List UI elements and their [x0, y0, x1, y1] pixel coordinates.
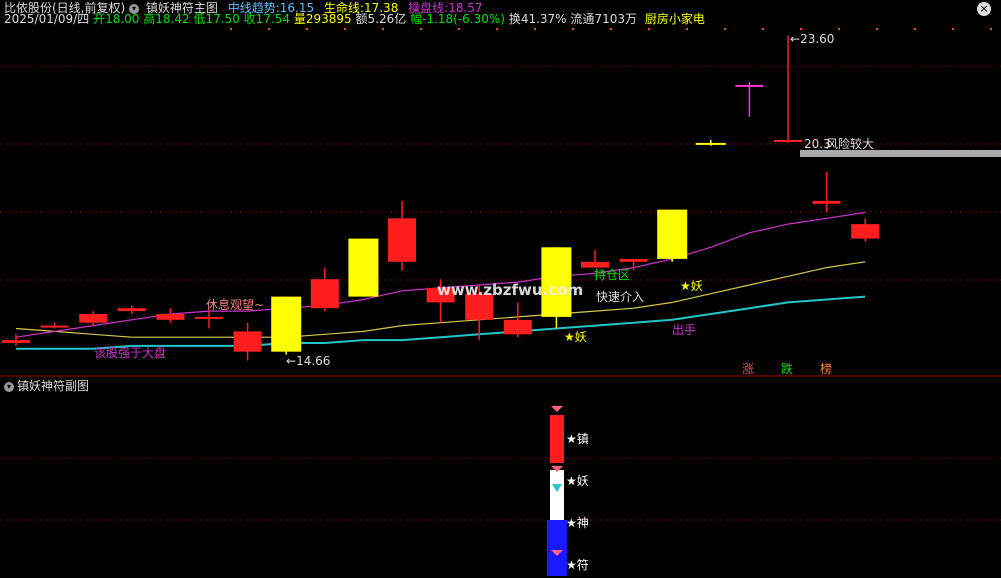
candle-body: [503, 319, 532, 335]
candle-body: [581, 261, 609, 268]
high-price-marker: ←23.60: [790, 32, 835, 46]
close-value: 17.54: [255, 12, 291, 26]
top-dot-marker: [268, 28, 270, 30]
sub-panel-header: ▾ 镇妖神符副图: [4, 379, 89, 393]
top-dot-marker: [800, 28, 802, 30]
turnover-value: 41.37%: [520, 12, 567, 26]
volume-label: 量: [293, 12, 306, 26]
sub-shen-label: ★神: [566, 516, 589, 530]
sub-zhen-label: ★镇: [566, 432, 589, 446]
stronger-than-market-label: 该股强于大盘: [94, 346, 167, 360]
sub-bar-shen-fu: [547, 520, 567, 576]
candle-body: [619, 258, 648, 262]
top-dot-marker: [306, 28, 308, 30]
top-dot-marker: [952, 28, 954, 30]
star-yao-label-1: ★妖: [564, 330, 587, 344]
open-label: 开: [93, 12, 106, 26]
candle-body: [117, 308, 146, 312]
low-price-marker: ←14.66: [286, 354, 331, 368]
hold-zone-label: 持仓区: [594, 268, 631, 282]
candlesticks[interactable]: [2, 35, 880, 361]
top-dot-marker: [496, 28, 498, 30]
watermark-text: www.zbzfwu.com: [437, 281, 584, 299]
sub-bar-zhen: [550, 415, 564, 463]
star-yao-label-2: ★妖: [680, 279, 703, 293]
hot-list-badge: 榜: [820, 362, 833, 376]
price-low: 14.66: [296, 354, 331, 368]
candle-body: [348, 238, 379, 297]
top-dot-marker: [686, 28, 688, 30]
fall-badge: 跌: [781, 362, 794, 376]
top-dot-marker: [382, 28, 384, 30]
candle-body: [774, 140, 802, 142]
top-dot-marker: [230, 28, 232, 30]
volume-value: 293895: [305, 12, 352, 26]
top-dot-marker: [458, 28, 460, 30]
header-quote-row: 2025/01/09/四 开18.00 高18.42 低17.50 收17.54…: [4, 12, 705, 26]
top-dot-marker: [610, 28, 612, 30]
sub-yao-label: ★妖: [566, 474, 589, 488]
high-value: 18.42: [155, 12, 190, 26]
top-dot-marker: [838, 28, 840, 30]
candle-body: [735, 84, 764, 87]
chevron-down-icon[interactable]: ▾: [4, 381, 14, 392]
sub-bar-yao: [550, 470, 564, 520]
top-dot-marker: [420, 28, 422, 30]
top-dot-marker: [762, 28, 764, 30]
candle-body: [657, 209, 688, 259]
candle-body: [812, 200, 841, 204]
open-value: 18.00: [105, 12, 140, 26]
candle-body: [156, 314, 185, 320]
low-value: 17.50: [205, 12, 240, 26]
top-dot-marker: [876, 28, 878, 30]
risk-zone-bar: [800, 150, 1001, 157]
candle-body: [233, 331, 262, 352]
candle-body: [40, 325, 69, 328]
gem-icon-0: [551, 406, 563, 412]
candle-body: [695, 142, 726, 145]
change-value: -1.18(-6.30%): [422, 12, 505, 26]
concept-tag[interactable]: 厨房小家电: [645, 12, 705, 26]
top-dot-marker: [534, 28, 536, 30]
price-high: 23.60: [800, 32, 835, 46]
low-label: 低: [193, 12, 206, 26]
amount-label: 额: [355, 12, 368, 26]
turnover-label: 换: [508, 12, 521, 26]
candle-body: [851, 224, 880, 239]
close-icon[interactable]: ×: [977, 2, 991, 16]
candle-body: [2, 340, 30, 343]
candle-body: [388, 218, 416, 262]
risk-zone-label: 风险较大: [826, 137, 875, 151]
candle-body: [195, 316, 223, 319]
change-label: 幅: [410, 12, 423, 26]
rise-badge: 涨: [742, 362, 755, 376]
candle-body: [310, 279, 339, 309]
sub-indicator-bars: [547, 406, 567, 576]
sub-panel-title[interactable]: 镇妖神符副图: [17, 379, 89, 393]
top-dot-marker: [914, 28, 916, 30]
candle-body: [79, 314, 108, 323]
float-value: 7103万: [594, 12, 637, 26]
grid-lines: [0, 28, 1001, 521]
close-label: 收: [243, 12, 256, 26]
sub-fu-label: ★符: [566, 558, 589, 572]
top-dot-marker: [572, 28, 574, 30]
quote-date: 2025/01/09/四: [4, 12, 90, 26]
top-dot-marker: [648, 28, 650, 30]
top-dot-marker: [724, 28, 726, 30]
exit-label: 出手: [672, 323, 697, 337]
candle-body: [271, 296, 302, 352]
top-dot-marker: [344, 28, 346, 30]
top-dot-marker: [990, 28, 992, 30]
amount-value: 5.26亿: [367, 12, 407, 26]
float-label: 流通: [570, 12, 595, 26]
rest-watch-label: 休息观望~: [206, 298, 265, 312]
high-label: 高: [143, 12, 156, 26]
quick-entry-label: 快速介入: [596, 290, 645, 304]
